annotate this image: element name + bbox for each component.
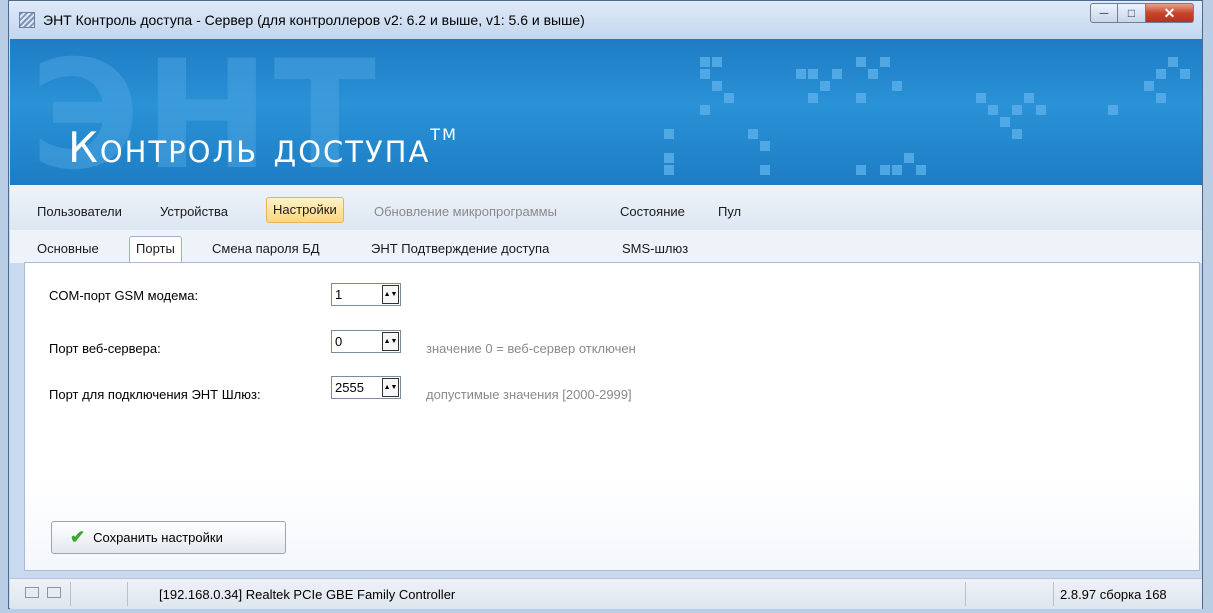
settings-subtabs: Основные Порты Смена пароля БД ЭНТ Подтв… xyxy=(10,230,1202,263)
spinner-arrows-icon[interactable]: ▲▼ xyxy=(382,378,399,397)
app-window: ЭНТ Контроль доступа - Сервер (для контр… xyxy=(8,0,1203,609)
subtab-sms-gateway[interactable]: SMS-шлюз xyxy=(616,237,694,261)
connection-status: [192.168.0.34] Realtek PCIe GBE Family C… xyxy=(159,587,456,602)
gateway-port-spinner[interactable]: 2555 ▲▼ xyxy=(331,376,401,399)
tab-status[interactable]: Состояние xyxy=(614,200,691,224)
status-bar: [192.168.0.34] Realtek PCIe GBE Family C… xyxy=(10,578,1202,609)
spinner-arrows-icon[interactable]: ▲▼ xyxy=(382,332,399,351)
tab-devices[interactable]: Устройства xyxy=(154,200,234,224)
check-icon: ✔ xyxy=(70,527,86,547)
web-server-port-hint: значение 0 = веб-сервер отключен xyxy=(426,341,636,356)
status-indicator-1 xyxy=(25,587,39,598)
maximize-icon: □ xyxy=(1127,6,1136,20)
spinner-arrows-icon[interactable]: ▲▼ xyxy=(382,285,399,304)
trademark-mark: TM xyxy=(430,125,458,144)
banner-logo: Контроль доступаTM xyxy=(68,123,458,172)
close-icon: ✕ xyxy=(1163,4,1176,21)
maximize-button[interactable]: □ xyxy=(1118,3,1146,23)
save-settings-button[interactable]: ✔ Сохранить настройки xyxy=(51,521,286,554)
gateway-port-hint: допустимые значения [2000-2999] xyxy=(426,387,632,402)
subtab-general[interactable]: Основные xyxy=(31,237,105,261)
gateway-port-value: 2555 xyxy=(335,380,364,395)
version-label: 2.8.97 сборка 168 xyxy=(1060,587,1167,602)
app-icon xyxy=(19,12,35,28)
minimize-icon: ─ xyxy=(1099,6,1109,20)
subtab-db-password[interactable]: Смена пароля БД xyxy=(206,237,326,261)
subtab-access-confirmation[interactable]: ЭНТ Подтверждение доступа xyxy=(365,237,555,261)
tab-users[interactable]: Пользователи xyxy=(31,200,128,224)
window-controls: ─ □ ✕ xyxy=(1090,3,1194,25)
gsm-com-port-value: 1 xyxy=(335,287,343,302)
tab-pool[interactable]: Пул xyxy=(712,200,747,224)
web-server-port-spinner[interactable]: 0 ▲▼ xyxy=(331,330,401,353)
web-server-port-value: 0 xyxy=(335,334,343,349)
gsm-com-port-spinner[interactable]: 1 ▲▼ xyxy=(331,283,401,306)
window-title: ЭНТ Контроль доступа - Сервер (для контр… xyxy=(43,12,585,28)
subtab-ports[interactable]: Порты xyxy=(129,236,182,263)
web-server-port-label: Порт веб-сервера: xyxy=(49,341,161,356)
tab-firmware-update[interactable]: Обновление микропрограммы xyxy=(368,200,563,224)
minimize-button[interactable]: ─ xyxy=(1090,3,1118,23)
status-indicator-2 xyxy=(47,587,61,598)
title-bar[interactable]: ЭНТ Контроль доступа - Сервер (для контр… xyxy=(9,1,1202,39)
main-tabs: Пользователи Устройства Настройки Обновл… xyxy=(10,185,1202,230)
gsm-com-port-label: COM-порт GSM модема: xyxy=(49,288,199,303)
save-settings-label: Сохранить настройки xyxy=(93,530,223,545)
gateway-port-label: Порт для подключения ЭНТ Шлюз: xyxy=(49,387,261,402)
close-button[interactable]: ✕ xyxy=(1146,3,1194,23)
tab-settings[interactable]: Настройки xyxy=(266,197,344,223)
app-banner: ЭНТ Контроль доступаTM xyxy=(10,39,1202,185)
